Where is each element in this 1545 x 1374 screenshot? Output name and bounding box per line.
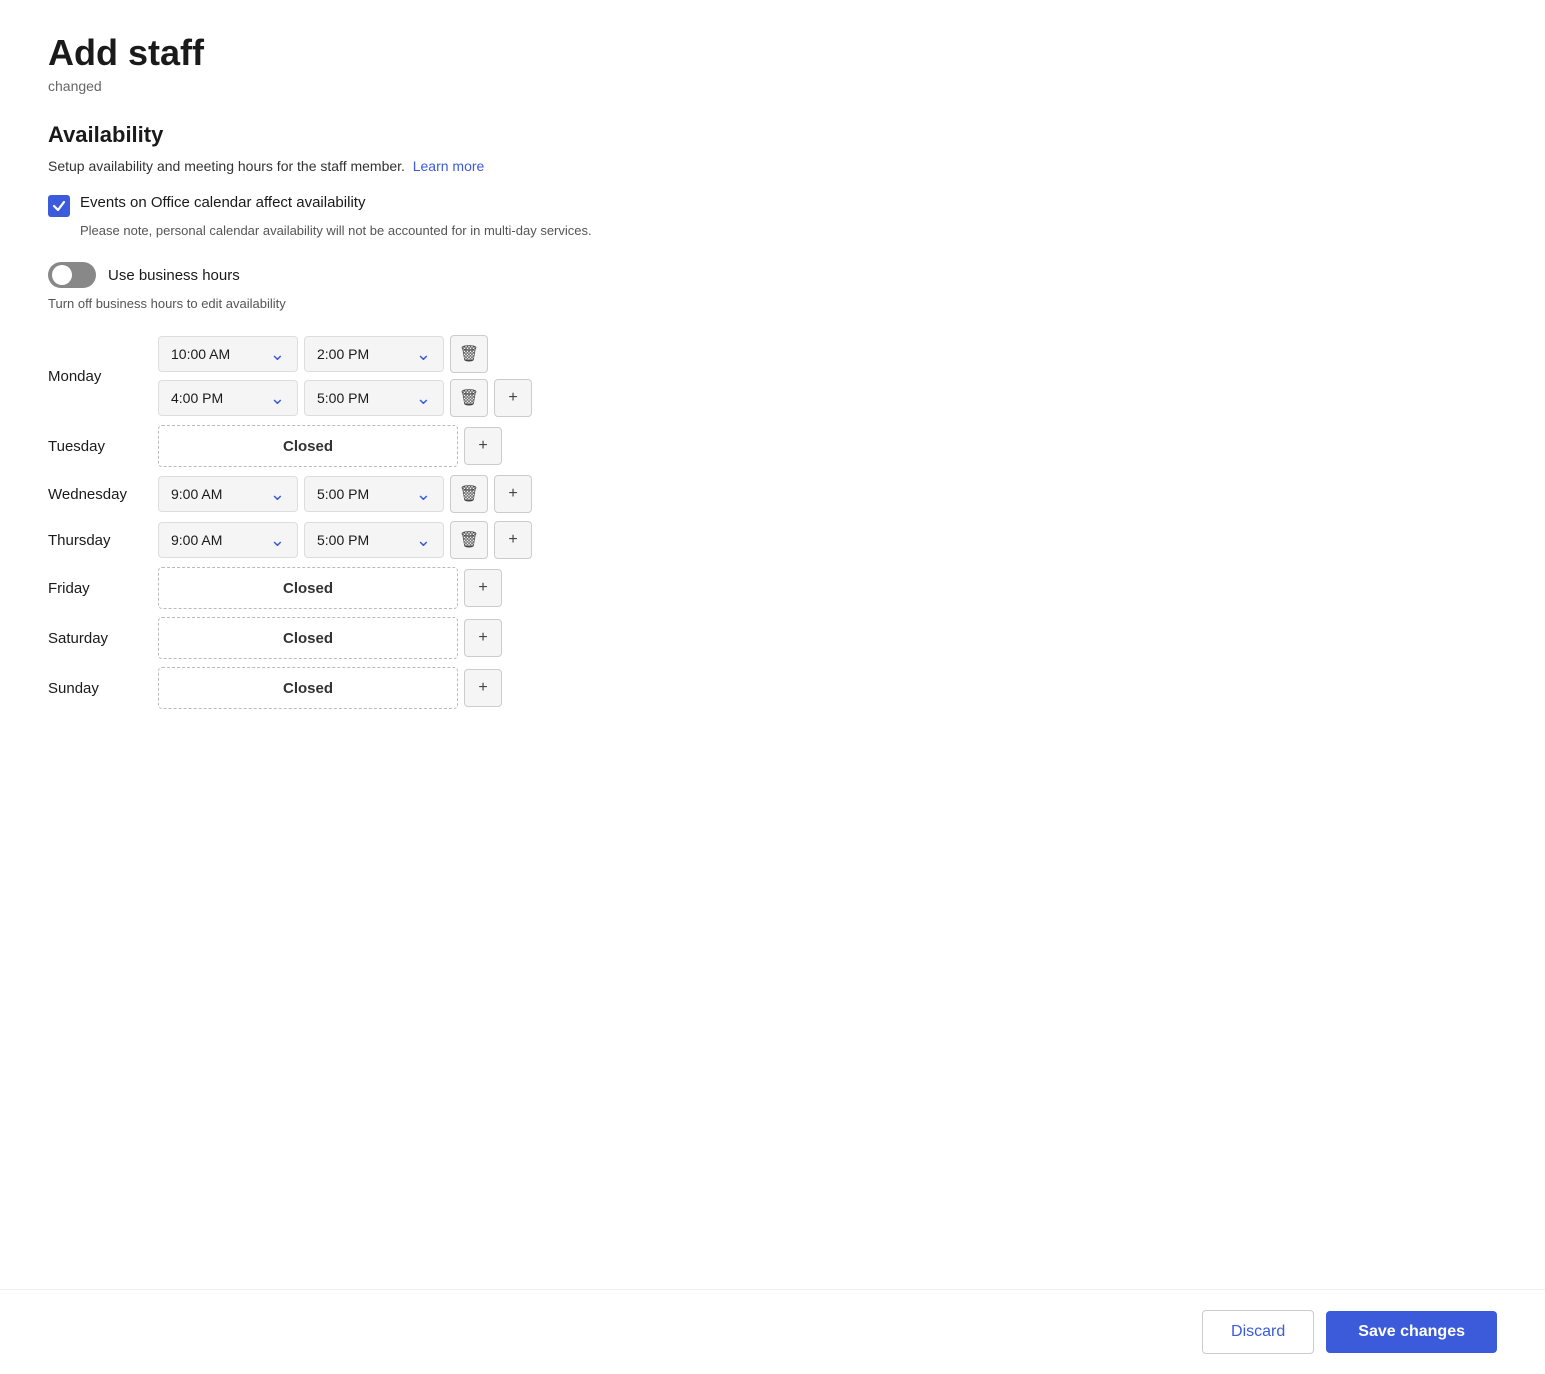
monday-slot1-end[interactable]: 2:00 PM ⌄ xyxy=(304,336,444,372)
trash-icon: 🗑 xyxy=(459,388,479,408)
chevron-down-icon: ⌄ xyxy=(416,389,431,407)
sunday-add-slot-button[interactable]: + xyxy=(464,669,502,707)
monday-slot1-start[interactable]: 10:00 AM ⌄ xyxy=(158,336,298,372)
plus-icon: + xyxy=(478,679,487,697)
friday-add-slot-button[interactable]: + xyxy=(464,569,502,607)
thursday-row: Thursday 9:00 AM ⌄ 5:00 PM ⌄ 🗑 + xyxy=(48,521,912,559)
chevron-down-icon: ⌄ xyxy=(416,531,431,549)
wednesday-add-slot-button[interactable]: + xyxy=(494,475,532,513)
wednesday-label: Wednesday xyxy=(48,486,158,503)
saturday-closed-box: Closed xyxy=(158,617,458,659)
chevron-down-icon: ⌄ xyxy=(416,485,431,503)
business-hours-toggle-row: Use business hours xyxy=(48,262,912,288)
monday-slot2-start[interactable]: 4:00 PM ⌄ xyxy=(158,380,298,416)
chevron-down-icon: ⌄ xyxy=(270,531,285,549)
plus-icon: + xyxy=(508,531,517,549)
tuesday-slots: Closed + xyxy=(158,425,912,467)
tuesday-label: Tuesday xyxy=(48,438,158,455)
friday-closed-row: Closed + xyxy=(158,567,912,609)
tuesday-row: Tuesday Closed + xyxy=(48,425,912,467)
business-hours-label: Use business hours xyxy=(108,267,240,284)
toggle-thumb xyxy=(52,265,72,285)
business-hours-note: Turn off business hours to edit availabi… xyxy=(48,296,912,311)
plus-icon: + xyxy=(478,629,487,647)
page-container: Add staff changed Availability Setup ava… xyxy=(0,0,960,757)
sunday-closed-box: Closed xyxy=(158,667,458,709)
trash-icon: 🗑 xyxy=(459,530,479,550)
thursday-slot-1: 9:00 AM ⌄ 5:00 PM ⌄ 🗑 + xyxy=(158,521,912,559)
schedule-table: Monday 10:00 AM ⌄ 2:00 PM ⌄ 🗑 xyxy=(48,335,912,709)
page-title: Add staff xyxy=(48,32,912,74)
wednesday-delete-button[interactable]: 🗑 xyxy=(450,475,488,513)
sunday-row: Sunday Closed + xyxy=(48,667,912,709)
sunday-closed-row: Closed + xyxy=(158,667,912,709)
chevron-down-icon: ⌄ xyxy=(416,345,431,363)
discard-button[interactable]: Discard xyxy=(1202,1310,1314,1354)
monday-label: Monday xyxy=(48,368,158,385)
wednesday-slots: 9:00 AM ⌄ 5:00 PM ⌄ 🗑 + xyxy=(158,475,912,513)
saturday-closed-row: Closed + xyxy=(158,617,912,659)
trash-icon: 🗑 xyxy=(459,484,479,504)
plus-icon: + xyxy=(508,485,517,503)
saturday-label: Saturday xyxy=(48,630,158,647)
monday-row: Monday 10:00 AM ⌄ 2:00 PM ⌄ 🗑 xyxy=(48,335,912,417)
availability-section-title: Availability xyxy=(48,122,912,148)
calendar-checkbox-row: Events on Office calendar affect availab… xyxy=(48,194,912,217)
friday-row: Friday Closed + xyxy=(48,567,912,609)
wednesday-slot-1: 9:00 AM ⌄ 5:00 PM ⌄ 🗑 + xyxy=(158,475,912,513)
save-changes-button[interactable]: Save changes xyxy=(1326,1311,1497,1353)
tuesday-closed-box: Closed xyxy=(158,425,458,467)
calendar-checkbox-note: Please note, personal calendar availabil… xyxy=(80,223,912,238)
friday-closed-box: Closed xyxy=(158,567,458,609)
footer-bar: Discard Save changes xyxy=(0,1289,1545,1374)
tuesday-add-slot-button[interactable]: + xyxy=(464,427,502,465)
monday-slot2-delete-button[interactable]: 🗑 xyxy=(450,379,488,417)
chevron-down-icon: ⌄ xyxy=(270,389,285,407)
saturday-row: Saturday Closed + xyxy=(48,617,912,659)
availability-desc: Setup availability and meeting hours for… xyxy=(48,158,912,174)
wednesday-slot1-start[interactable]: 9:00 AM ⌄ xyxy=(158,476,298,512)
chevron-down-icon: ⌄ xyxy=(270,485,285,503)
sunday-label: Sunday xyxy=(48,680,158,697)
friday-label: Friday xyxy=(48,580,158,597)
monday-slot-2: 4:00 PM ⌄ 5:00 PM ⌄ 🗑 + xyxy=(158,379,912,417)
thursday-slot1-end[interactable]: 5:00 PM ⌄ xyxy=(304,522,444,558)
monday-slot1-delete-button[interactable]: 🗑 xyxy=(450,335,488,373)
chevron-down-icon: ⌄ xyxy=(270,345,285,363)
trash-icon: 🗑 xyxy=(459,344,479,364)
plus-icon: + xyxy=(508,389,517,407)
thursday-label: Thursday xyxy=(48,532,158,549)
monday-slots: 10:00 AM ⌄ 2:00 PM ⌄ 🗑 4:00 PM ⌄ xyxy=(158,335,912,417)
thursday-delete-button[interactable]: 🗑 xyxy=(450,521,488,559)
wednesday-row: Wednesday 9:00 AM ⌄ 5:00 PM ⌄ 🗑 + xyxy=(48,475,912,513)
business-hours-toggle[interactable] xyxy=(48,262,96,288)
tuesday-closed-row: Closed + xyxy=(158,425,912,467)
thursday-add-slot-button[interactable]: + xyxy=(494,521,532,559)
friday-slots: Closed + xyxy=(158,567,912,609)
sunday-slots: Closed + xyxy=(158,667,912,709)
thursday-slots: 9:00 AM ⌄ 5:00 PM ⌄ 🗑 + xyxy=(158,521,912,559)
saturday-add-slot-button[interactable]: + xyxy=(464,619,502,657)
calendar-checkbox[interactable] xyxy=(48,195,70,217)
plus-icon: + xyxy=(478,579,487,597)
plus-icon: + xyxy=(478,437,487,455)
changed-label: changed xyxy=(48,78,912,94)
thursday-slot1-start[interactable]: 9:00 AM ⌄ xyxy=(158,522,298,558)
learn-more-link[interactable]: Learn more xyxy=(413,158,485,174)
saturday-slots: Closed + xyxy=(158,617,912,659)
wednesday-slot1-end[interactable]: 5:00 PM ⌄ xyxy=(304,476,444,512)
monday-add-slot-button[interactable]: + xyxy=(494,379,532,417)
monday-slot2-end[interactable]: 5:00 PM ⌄ xyxy=(304,380,444,416)
monday-slot-1: 10:00 AM ⌄ 2:00 PM ⌄ 🗑 xyxy=(158,335,912,373)
calendar-checkbox-label: Events on Office calendar affect availab… xyxy=(80,194,365,211)
